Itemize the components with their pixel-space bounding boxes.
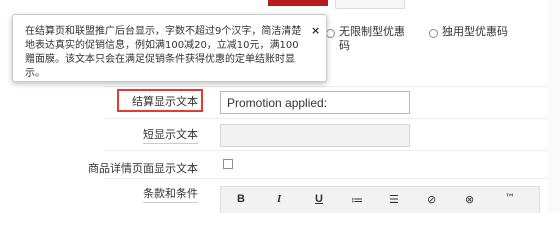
row-divider [104, 118, 560, 119]
page-scrollbar[interactable] [547, 0, 560, 213]
row-divider [104, 86, 560, 87]
italic-button[interactable]: I [277, 193, 281, 205]
radio-exclusive-coupon[interactable] [429, 29, 438, 38]
row-divider [104, 178, 560, 179]
checkout-label-highlight [117, 89, 203, 112]
help-tooltip: 在结算页和联盟推广后台显示，字数不超过9个汉字，简洁清楚地表达真实的促销信息，例… [12, 14, 327, 82]
active-tab-indicator [268, 0, 328, 6]
tooltip-text: 在结算页和联盟推广后台显示，字数不超过9个汉字，简洁清楚地表达真实的促销信息，例… [25, 26, 302, 79]
terms-label: 条款和条件 [143, 185, 198, 203]
short-text-label: 短显示文本 [143, 126, 198, 144]
close-icon[interactable]: × [311, 24, 320, 37]
unordered-list-icon[interactable]: ☰ [389, 193, 399, 206]
radio-unlimited-coupon[interactable] [326, 29, 335, 38]
short-text-input[interactable] [220, 124, 410, 147]
product-detail-checkbox[interactable] [223, 159, 233, 169]
radio-unlimited-label: 无限制型优惠码 [339, 25, 405, 52]
editor-toolbar: B I U ≔ ☰ ⊘ ⊗ ™ [220, 186, 540, 213]
top-disabled-field [335, 0, 405, 9]
trademark-button[interactable]: ™ [505, 193, 515, 204]
bold-button[interactable]: B [237, 193, 245, 205]
ordered-list-icon[interactable]: ≔ [351, 193, 363, 207]
unlink-icon[interactable]: ⊗ [465, 193, 474, 206]
radio-exclusive-label: 独用型优惠码 [442, 25, 508, 38]
product-detail-text-label: 商品详情页面显示文本 [88, 162, 198, 175]
checkout-text-input[interactable] [220, 91, 410, 114]
row-divider [104, 150, 560, 151]
underline-button[interactable]: U [315, 193, 323, 205]
link-icon[interactable]: ⊘ [427, 193, 436, 206]
